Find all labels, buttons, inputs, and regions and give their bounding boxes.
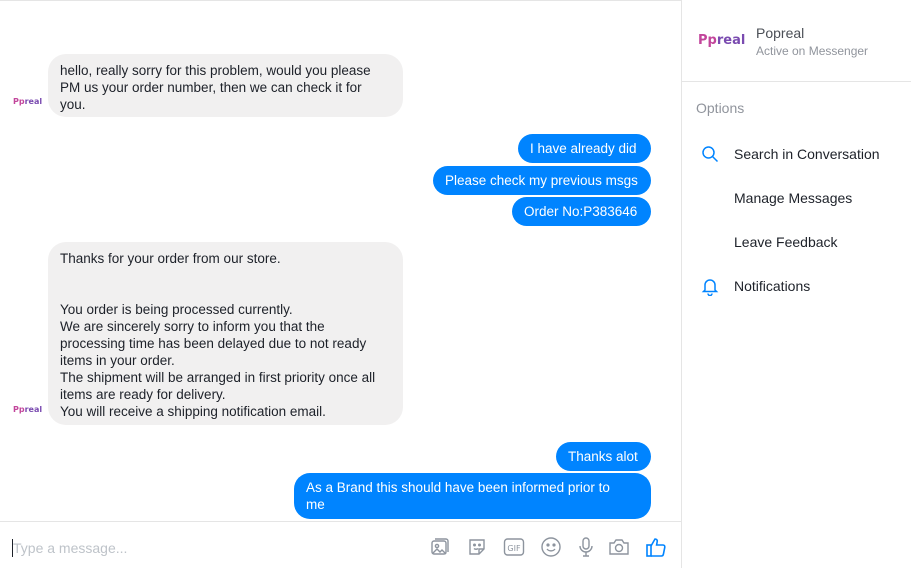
option-leave-feedback[interactable]: Leave Feedback [682, 228, 911, 258]
page-logo-suffix: real [716, 33, 746, 48]
option-label: Leave Feedback [734, 234, 838, 250]
message-line: me [306, 497, 325, 512]
microphone-icon[interactable] [575, 536, 597, 558]
camera-icon[interactable] [608, 536, 630, 558]
message-line: items are ready for delivery. [60, 387, 226, 402]
option-manage-messages[interactable]: Manage Messages [682, 184, 911, 214]
outgoing-message[interactable]: Please check my previous msgs [433, 166, 651, 195]
bell-icon [700, 276, 720, 296]
outgoing-message[interactable]: Order No:P383646 [512, 197, 651, 226]
search-icon [700, 144, 720, 164]
message-line: processing time has been delayed due to … [60, 336, 367, 351]
truncated-timestamp: ···· ···· ·· [305, 0, 364, 5]
outgoing-message[interactable]: I have already did [518, 134, 651, 163]
avatar-logo-prefix: Pp [13, 405, 25, 414]
incoming-message[interactable]: Thanks for your order from our store. Yo… [48, 242, 403, 425]
message-input[interactable] [13, 536, 393, 560]
conversation-pane: ···· ···· ·· Ppreal hello, really sorry … [0, 0, 681, 568]
stickers-icon[interactable] [429, 536, 451, 558]
option-label: Notifications [734, 278, 811, 294]
message-line: hello, really sorry for this problem, wo… [60, 63, 371, 78]
emoji-icon[interactable] [540, 536, 562, 558]
outgoing-message[interactable]: As a Brand this should have been informe… [294, 473, 651, 519]
message-line: The shipment will be arranged in first p… [60, 370, 376, 385]
message-line: You order is being processed currently. [60, 302, 293, 317]
message-line: As a Brand this should have been informe… [306, 480, 610, 495]
message-line: We are sincerely sorry to inform you tha… [60, 319, 325, 334]
sender-avatar[interactable]: Ppreal [13, 94, 43, 110]
incoming-message[interactable]: hello, really sorry for this problem, wo… [48, 54, 403, 117]
page-status: Active on Messenger [756, 44, 869, 58]
option-search-in-conversation[interactable]: Search in Conversation [682, 140, 911, 170]
thumbs-up-icon[interactable] [645, 536, 667, 558]
option-label: Search in Conversation [734, 146, 880, 162]
message-line [60, 284, 391, 301]
emoji-sticker-icon[interactable] [466, 536, 488, 558]
page-logo[interactable]: Ppreal [698, 31, 746, 51]
message-line: PM us your order number, then we can che… [60, 80, 362, 95]
conversation-info-pane: Ppreal Popreal Active on Messenger Optio… [682, 0, 911, 568]
gif-label: GIF [507, 544, 521, 553]
gif-icon[interactable]: GIF [503, 536, 525, 558]
message-line: you. [60, 97, 86, 112]
page-header: Ppreal Popreal Active on Messenger [682, 0, 911, 82]
avatar-logo-prefix: Pp [13, 97, 25, 106]
option-label: Manage Messages [734, 190, 853, 206]
message-line: You will receive a shipping notification… [60, 404, 326, 419]
page-name[interactable]: Popreal [756, 25, 804, 41]
sender-avatar[interactable]: Ppreal [13, 402, 43, 418]
avatar-logo-suffix: real [24, 97, 43, 106]
option-notifications[interactable]: Notifications [682, 272, 911, 302]
avatar-logo-suffix: real [24, 405, 43, 414]
message-line: items in your order. [60, 353, 175, 368]
outgoing-message[interactable]: Thanks alot [556, 442, 651, 471]
message-composer: GIF [0, 521, 681, 568]
message-line [60, 267, 391, 284]
options-title: Options [696, 100, 745, 116]
page-logo-prefix: Pp [698, 33, 717, 48]
message-line: Thanks for your order from our store. [60, 251, 281, 266]
